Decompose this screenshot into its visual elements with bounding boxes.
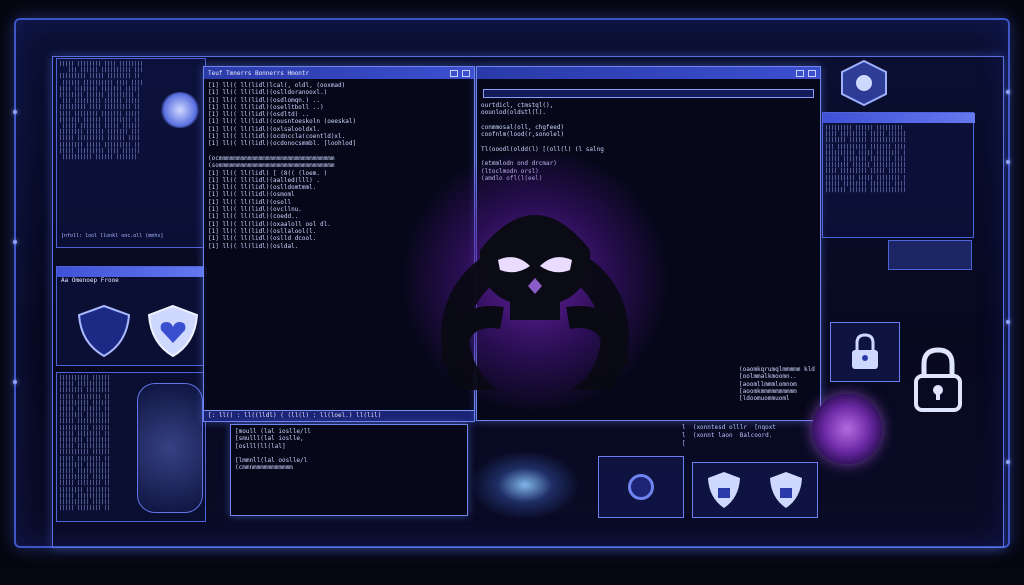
frame-led (13, 110, 17, 114)
shield-heart-icon[interactable] (145, 303, 201, 359)
frame-led (1006, 320, 1010, 324)
security-panel-header: Aa Omenoep Frooe (57, 267, 207, 284)
alert-tile[interactable] (598, 456, 684, 518)
terminal-line: (oaomkqrumqlmmmmm kld (739, 366, 815, 373)
right-terminal-lower-output: (oaomkqrumqlmmmmm kld [oolmmalkmoomn.. [ao… (735, 363, 819, 405)
left-lower-panel: |||||||||| |||||| ||||| ||||||||||| ||||… (56, 372, 206, 522)
minimize-button[interactable] (450, 69, 458, 77)
frame-led (13, 240, 17, 244)
biohazard-skull-icon (441, 215, 629, 390)
right-terminal-titlebar (477, 67, 820, 79)
terminal-line: [aoomllmmmlomnom (739, 380, 797, 388)
minimize-button[interactable] (796, 69, 804, 77)
right-data-stream: ||||||||| |||||| ||||||||| |||| ||||||||… (825, 125, 907, 194)
main-terminal-title: Teuf Tmnerrs Bonnerrs Hmontr (208, 69, 310, 77)
close-button[interactable] (808, 69, 816, 77)
command-input[interactable] (483, 89, 814, 98)
left-data-panel: ||||| |||||||| |||| |||||||| ||| |||||| … (56, 58, 206, 248)
biohazard-graphic (360, 110, 710, 450)
frame-led (1006, 90, 1010, 94)
head-scan-graphic (137, 383, 203, 513)
hexagon-node-icon (841, 59, 887, 107)
shield-lock-icon (708, 472, 740, 508)
terminal-line: [ldoomuommuoml (739, 395, 790, 403)
terminal-line: [lmmnll(lal ooslle/l (235, 457, 308, 465)
alert-ring-icon (628, 474, 654, 500)
terminal-line: [1] ll(( ll(lidl)(osdlomqn.) .. (208, 96, 320, 104)
lock-tile[interactable] (830, 322, 900, 382)
right-status-block (888, 240, 972, 270)
purple-energy-orb (812, 394, 882, 464)
large-padlock-icon (914, 347, 962, 412)
energy-spark (470, 450, 580, 520)
frame-led (1006, 160, 1010, 164)
terminal-line: (cmmnmmmmmmmmmmm (235, 464, 293, 472)
terminal-line: ourtdicl, ctmstql(), (481, 102, 554, 109)
security-icons-panel: Aa Omenoep Frooe (56, 266, 207, 366)
shield-lock-icon (770, 472, 802, 508)
left-log-line: [nfoll: lool llonkl onc.oll (mmhs] (61, 233, 164, 239)
frame-led (13, 380, 17, 384)
terminal-line: [aoomkmmmmmmmmmm (739, 387, 797, 395)
terminal-line: [1] ll(( ll(lidl)(oslldoranooxl.) (208, 89, 328, 97)
shield-icon (77, 304, 131, 358)
scanner-orb (160, 92, 200, 128)
shield-lock-tile[interactable] (692, 462, 818, 518)
right-data-panel: ||||||||| |||||| ||||||||| |||| ||||||||… (822, 112, 975, 238)
right-panel-header (823, 113, 975, 123)
frame-led (1006, 460, 1010, 464)
main-terminal-titlebar: Teuf Tmnerrs Bonnerrs Hmontr (204, 67, 474, 79)
terminal-line: [oolmmalkmoomn.. (739, 373, 797, 381)
padlock-icon (852, 333, 878, 369)
terminal-line: [1] ll(( ll(lidl)lcal(, oldl, (ooxmad) (208, 82, 346, 89)
security-panel-title: Aa Omenoep Frooe (61, 277, 119, 284)
close-button[interactable] (462, 69, 470, 77)
